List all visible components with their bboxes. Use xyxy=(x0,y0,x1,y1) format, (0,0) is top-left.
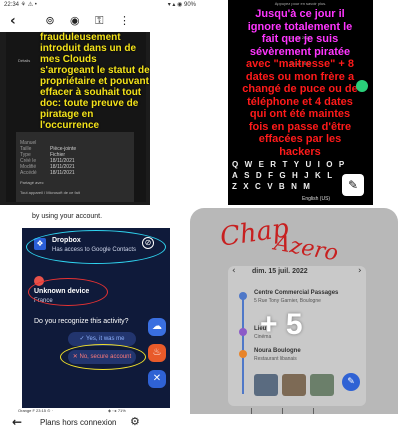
message-line: Jusqu'à ce jour il xyxy=(255,8,345,20)
timeline-line xyxy=(242,294,244,394)
app-bar: ‹ ⊚ ◉ ⚿ ⋮ xyxy=(0,10,200,32)
photo-thumbnail[interactable] xyxy=(282,374,306,396)
message-line: fait que je suis xyxy=(261,33,339,45)
edit-fab-icon[interactable]: ✎ xyxy=(342,373,360,391)
back-arrow-icon[interactable]: ← xyxy=(12,415,22,429)
annotation-circle-red xyxy=(28,278,108,306)
cloud-icon[interactable]: ☁ xyxy=(148,318,166,336)
alert-header: by using your account. xyxy=(22,208,170,228)
message-line: effacées par les xyxy=(258,133,342,145)
flame-icon[interactable]: ♨ xyxy=(148,344,166,362)
message-line: ignore totalement le xyxy=(247,20,353,33)
place-dot-icon xyxy=(239,350,247,358)
toolbar-action-icons[interactable]: ⊚ ◉ ⚿ ⋮ xyxy=(45,14,136,28)
offline-maps-title: Plans hors connexion xyxy=(40,418,117,427)
alert-header-text: by using your account. xyxy=(32,213,103,220)
annotation-overlay-text: frauduleusement introduit dans un de mes… xyxy=(40,32,150,131)
message-line: téléphone et 4 dates xyxy=(247,95,353,108)
timeline-date[interactable]: dim. 15 juil. 2022 xyxy=(252,268,308,275)
chevron-left-icon[interactable]: ‹ xyxy=(232,266,236,276)
mini-status-right: ◈ ◦ ▸ 71% xyxy=(108,408,126,413)
message-line: changé de puce ou de xyxy=(242,83,358,95)
message-line: dates ou mon frère a xyxy=(245,70,355,83)
microphone-icon[interactable] xyxy=(356,80,368,92)
annotation-circle-cyan xyxy=(26,230,166,264)
chevron-right-icon[interactable]: › xyxy=(358,266,362,276)
mini-status-left: Orange F 23:15 ⊙ · xyxy=(18,408,53,413)
panel-file-details: 22:34 ⚘ ⚠ • ▾ ▴ ◉ 90% ‹ ⊚ ◉ ⚿ ⋮ Détails … xyxy=(0,0,200,205)
notification-hint: Appuyez pour en savoir plus. xyxy=(274,1,327,6)
place-dot-icon xyxy=(239,292,247,300)
detail-key: Accédé xyxy=(20,170,37,176)
panel-messages-keyboard: Appuyez pour en savoir plus. 21 juil 202… xyxy=(228,0,373,205)
bottom-app-bar: ← Plans hors connexion ⚙ xyxy=(0,414,400,432)
right-blank-pane xyxy=(150,32,200,205)
status-bar: 22:34 ⚘ ⚠ • ▾ ▴ ◉ 90% xyxy=(0,0,200,10)
more-photos-count[interactable]: + 5 xyxy=(260,308,303,342)
message-line: fois en passe d'être xyxy=(248,120,352,133)
key-row-1[interactable]: QWERTYUIOP xyxy=(232,160,369,171)
place-name[interactable]: Noura Boulogne xyxy=(254,348,301,354)
message-line: qui ont été maintes xyxy=(249,108,351,120)
details-header: Détails xyxy=(18,58,31,63)
back-arrow-icon[interactable]: ‹ xyxy=(10,13,16,29)
place-address: 5 Rue Tony Garnier, Boulogne xyxy=(254,298,321,304)
message-line: hackers xyxy=(279,145,321,158)
gear-icon[interactable]: ⚙ xyxy=(130,415,140,428)
photo-thumbnail[interactable] xyxy=(310,374,334,396)
panel-timeline: Chap Azero ‹ dim. 15 juil. 2022 › Centre… xyxy=(190,208,398,430)
place-dot-icon xyxy=(239,328,247,336)
recognize-question: Do you recognize this activity? xyxy=(34,318,129,325)
detail-row: Accédé 18/11/2021 xyxy=(20,170,75,176)
tools-icon[interactable]: ✕ xyxy=(148,370,166,388)
keyboard-language[interactable]: English (US) xyxy=(302,196,330,202)
status-right: ▾ ▴ ◉ 90% xyxy=(167,2,196,8)
shared-with-label: Partagé avec xyxy=(20,180,44,185)
photo-thumbnail[interactable] xyxy=(254,374,278,396)
edit-pencil-icon[interactable]: ✎ xyxy=(342,174,364,196)
annotation-message-text: Jusqu'à ce jour il ignore totalement le fa… xyxy=(230,8,370,158)
panel-security-alert: by using your account. ❖ Dropbox Has acc… xyxy=(22,208,170,408)
annotation-circle-yellow xyxy=(60,344,146,370)
detail-value: 18/11/2021 xyxy=(50,170,75,176)
handwriting-2: Azero xyxy=(272,230,340,267)
details-footer: Tout appareil / Microsoft de ce fait xyxy=(20,190,80,195)
place-category: Restaurant libanais xyxy=(254,356,297,362)
status-left: 22:34 ⚘ ⚠ • xyxy=(4,2,37,8)
place-name[interactable]: Centre Commercial Passages xyxy=(254,290,338,296)
message-line: sévèrement piratée xyxy=(249,45,351,58)
message-line: avec "maitresse" + 8 xyxy=(246,58,354,70)
